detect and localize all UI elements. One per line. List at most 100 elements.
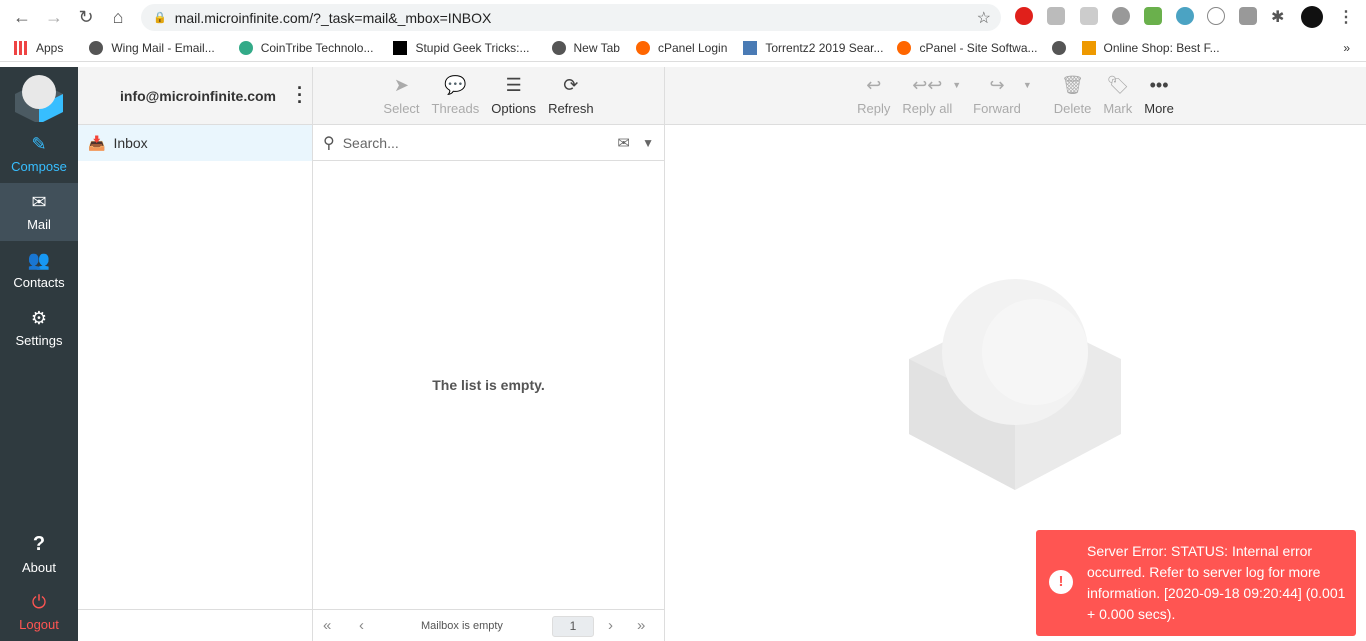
nav-settings[interactable]: ⚙ Settings xyxy=(0,299,78,357)
extension-green-icon[interactable] xyxy=(1144,7,1162,25)
ellipsis-icon: ••• xyxy=(1149,75,1169,95)
search-bar[interactable]: ⚲ Search... ✉ ▼ xyxy=(313,125,664,161)
drive-icon[interactable] xyxy=(1239,7,1257,25)
bookmark[interactable]: New Tab xyxy=(551,40,620,55)
reply-button[interactable]: ↩ Reply xyxy=(857,75,890,116)
tag-icon: 🏷 xyxy=(1106,75,1130,95)
bookmark-label: New Tab xyxy=(573,40,620,55)
globe-icon xyxy=(89,40,104,55)
torrentz-icon xyxy=(743,40,758,55)
button-label: Reply all xyxy=(902,101,953,116)
button-label: Mark xyxy=(1103,101,1133,116)
bookmark-label: Wing Mail - Email... xyxy=(111,40,215,55)
nav-label: Settings xyxy=(15,333,63,348)
home-icon[interactable]: ⌂ xyxy=(102,7,134,28)
message-toolbar: ↩ Reply ↩↩ Reply all ▼ ↪ Forward ▼ 🗑 Delete … xyxy=(665,67,1366,125)
reply-all-icon: ↩↩ xyxy=(912,75,943,95)
nav-label: Logout xyxy=(19,617,59,632)
watermark-logo-icon xyxy=(909,279,1121,490)
mailbox-status: Mailbox is empty xyxy=(421,619,503,632)
last-page-icon[interactable]: » xyxy=(637,617,645,634)
search-input[interactable]: Search... xyxy=(343,135,399,151)
forward-dropdown-icon[interactable]: ▼ xyxy=(1023,80,1032,90)
reply-icon: ↩ xyxy=(866,75,882,95)
bookmark-label: Stupid Geek Tricks:... xyxy=(415,40,530,55)
bookmark[interactable]: Torrentz2 2019 Sear... xyxy=(743,40,884,55)
bookmark[interactable]: Stupid Geek Tricks:... xyxy=(393,40,530,55)
nav-mail[interactable]: ✉ Mail xyxy=(0,183,78,241)
cointribe-icon xyxy=(238,40,253,55)
chat-extension-icon[interactable] xyxy=(1112,7,1130,25)
globe-icon xyxy=(551,40,566,55)
exclamation-icon: ! xyxy=(1049,570,1073,594)
message-list-pane: ➤ Select 💬 Threads ☰ Options ⟳ Refresh ⚲ Sea… xyxy=(313,67,665,641)
bookmark-apps[interactable]: Apps xyxy=(14,40,63,55)
bookmark-label: Torrentz2 2019 Sear... xyxy=(765,40,884,55)
inbox-icon: 📥 xyxy=(88,134,106,151)
reload-icon[interactable]: ↻ xyxy=(70,7,102,28)
nav-contacts[interactable]: 👥 Contacts xyxy=(0,241,78,299)
reply-all-button[interactable]: ↩↩ Reply all xyxy=(902,75,952,116)
select-button[interactable]: ➤ Select xyxy=(383,75,419,116)
bookmark[interactable]: Online Shop: Best F... xyxy=(1081,40,1220,55)
folder-header: info@microinfinite.com · · · xyxy=(78,67,312,125)
lock-icon: 🔒 xyxy=(153,12,167,24)
extension-wave-icon[interactable] xyxy=(1176,7,1194,25)
bookmark-label: Online Shop: Best F... xyxy=(1103,40,1220,55)
chevron-down-icon[interactable]: ▼ xyxy=(642,136,654,150)
threads-button[interactable]: 💬 Threads xyxy=(432,75,480,116)
prev-page-icon[interactable]: ‹ xyxy=(359,617,364,634)
forward-button[interactable]: ↪ Forward xyxy=(973,75,1021,116)
forward-icon[interactable]: → xyxy=(38,7,70,28)
bookmark[interactable]: cPanel - Site Softwa... xyxy=(897,40,1038,55)
bookmark[interactable] xyxy=(1051,40,1074,55)
nav-logout[interactable]: ⏻ Logout xyxy=(0,583,78,641)
extension-icon[interactable] xyxy=(1080,7,1098,25)
envelope-icon[interactable]: ✉ xyxy=(617,134,630,152)
bookmark-label: cPanel - Site Softwa... xyxy=(919,40,1038,55)
nav-label: Contacts xyxy=(13,275,65,290)
more-button[interactable]: ••• More xyxy=(1144,75,1174,116)
refresh-button[interactable]: ⟳ Refresh xyxy=(548,75,594,116)
empty-list-message: The list is empty. xyxy=(432,377,545,393)
power-icon: ⏻ xyxy=(31,592,47,612)
logo[interactable] xyxy=(0,67,78,125)
folder-label: Inbox xyxy=(113,135,148,151)
bookmark[interactable]: CoinTribe Technolo... xyxy=(238,40,373,55)
shop-icon xyxy=(1081,40,1096,55)
pointer-icon: ➤ xyxy=(393,75,410,95)
back-icon[interactable]: ← xyxy=(6,7,38,28)
folder-pane: info@microinfinite.com · · · 📥 Inbox xyxy=(78,67,313,641)
mark-button[interactable]: 🏷 Mark xyxy=(1103,75,1132,116)
avatar[interactable] xyxy=(1301,6,1323,28)
apps-icon xyxy=(14,40,28,55)
reply-all-dropdown-icon[interactable]: ▼ xyxy=(952,80,961,90)
folder-menu-icon[interactable]: · · · xyxy=(296,79,304,111)
download-extension-icon[interactable] xyxy=(1047,7,1065,25)
bookmarks-overflow[interactable]: » xyxy=(1343,41,1350,55)
download-circle-icon[interactable] xyxy=(1207,7,1225,25)
address-bar[interactable]: 🔒 mail.microinfinite.com/?_task=mail&_mb… xyxy=(141,4,1001,31)
list-toolbar: ➤ Select 💬 Threads ☰ Options ⟳ Refresh xyxy=(313,67,664,125)
delete-button[interactable]: 🗑 Delete xyxy=(1054,75,1092,116)
folder-inbox[interactable]: 📥 Inbox xyxy=(78,125,312,161)
page-input[interactable]: 1 xyxy=(552,616,594,637)
bookmark[interactable]: Wing Mail - Email... xyxy=(89,40,215,55)
opera-extension-icon[interactable] xyxy=(1015,7,1033,25)
error-toast[interactable]: ! Server Error: STATUS: Internal error o… xyxy=(1036,530,1356,636)
next-page-icon[interactable]: › xyxy=(608,617,613,634)
first-page-icon[interactable]: « xyxy=(323,617,331,634)
nav-about[interactable]: ? About xyxy=(0,525,78,583)
refresh-icon: ⟳ xyxy=(563,75,579,95)
puzzle-icon[interactable]: ✱ xyxy=(1271,7,1289,26)
options-button[interactable]: ☰ Options xyxy=(491,75,536,116)
browser-toolbar: ← → ↻ ⌂ 🔒 mail.microinfinite.com/?_task=… xyxy=(0,0,1366,34)
button-label: More xyxy=(1144,101,1174,116)
nav-compose[interactable]: ✎ Compose xyxy=(0,125,78,183)
htg-icon xyxy=(393,40,408,55)
bookmark[interactable]: cPanel Login xyxy=(635,40,727,55)
star-icon[interactable]: ☆ xyxy=(977,8,991,28)
menu-icon[interactable]: ⋮ xyxy=(1338,7,1356,26)
folder-footer xyxy=(78,609,312,641)
forward-icon: ↪ xyxy=(989,75,1005,95)
